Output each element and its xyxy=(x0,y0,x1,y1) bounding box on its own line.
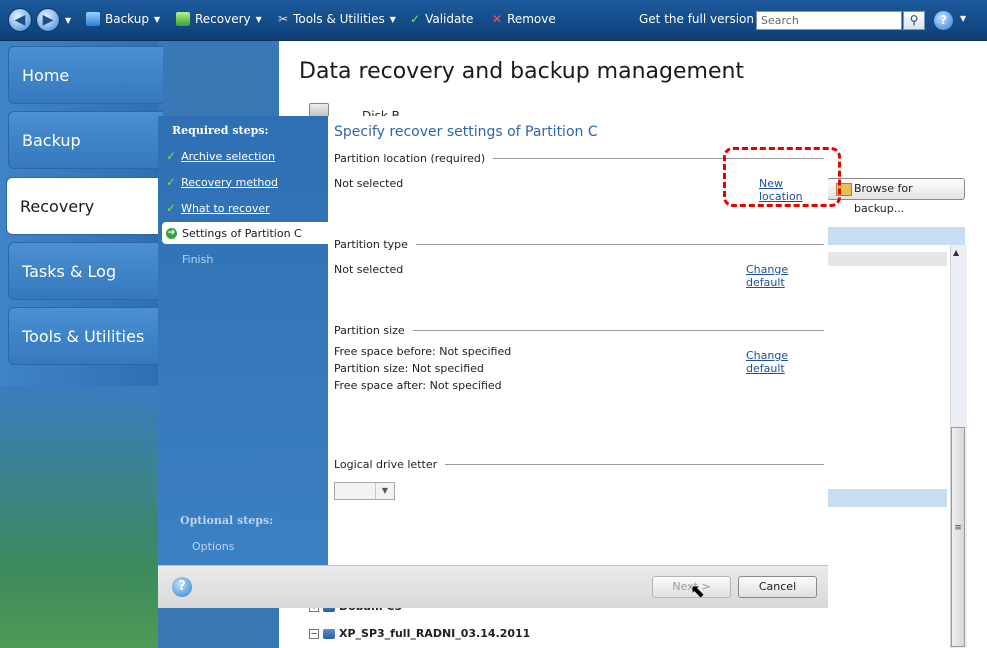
free-space-before-value: Free space before: Not specified xyxy=(334,345,512,358)
annotation-highlight xyxy=(723,147,841,207)
tools-icon: ✂ xyxy=(278,12,289,26)
archive-icon xyxy=(323,628,335,639)
nav-recovery[interactable]: Recovery xyxy=(6,177,163,235)
backup-icon xyxy=(86,12,100,26)
section-partition-type: Partition type xyxy=(334,238,824,251)
section-header: Partition size xyxy=(334,324,405,337)
back-button[interactable]: ◀ xyxy=(8,8,32,32)
main-toolbar: ◀ ▶ ▼ Backup ▼ Recovery ▼ ✂ Tools & Util… xyxy=(0,0,987,41)
step-link[interactable]: Archive selection xyxy=(181,150,275,163)
section-logical-drive-letter: Logical drive letter xyxy=(334,458,824,471)
browse-button-label: Browse for backup... xyxy=(854,182,913,215)
toolbar-validate-label: Validate xyxy=(425,12,474,26)
search-input[interactable]: Search xyxy=(756,11,902,30)
help-dropdown-icon[interactable]: ▼ xyxy=(960,14,966,23)
mouse-cursor-icon: ⬉ xyxy=(690,581,706,602)
step-archive-selection[interactable]: ✓ Archive selection xyxy=(166,149,275,163)
recovery-icon xyxy=(176,12,190,26)
toolbar-recovery-menu[interactable]: Recovery ▼ xyxy=(176,12,262,26)
nav-tasks-log[interactable]: Tasks & Log xyxy=(8,242,163,300)
collapse-icon[interactable]: − xyxy=(309,628,319,639)
toolbar-backup-menu[interactable]: Backup ▼ xyxy=(86,12,160,26)
toolbar-tools-label: Tools & Utilities xyxy=(293,12,385,26)
change-size-link[interactable]: Change default xyxy=(746,349,828,375)
chevron-down-icon: ▼ xyxy=(389,14,396,24)
search-icon: ⚲ xyxy=(909,13,919,27)
wizard-title: Specify recover settings of Partition C xyxy=(334,124,598,140)
list-header xyxy=(827,227,965,245)
partition-type-value: Not selected xyxy=(334,263,404,276)
partition-size-value: Partition size: Not specified xyxy=(334,362,484,375)
toolbar-validate-button[interactable]: ✓ Validate xyxy=(410,12,473,26)
step-label: Finish xyxy=(182,253,214,266)
check-icon: ✓ xyxy=(166,149,177,163)
step-finish: Finish xyxy=(182,253,213,266)
required-steps-label: Required steps: xyxy=(172,124,269,137)
chevron-down-icon: ▼ xyxy=(375,483,394,499)
nav-home[interactable]: Home xyxy=(8,46,163,104)
drive-letter-select[interactable]: ▼ xyxy=(334,482,395,500)
search-button[interactable]: ⚲ xyxy=(903,11,925,30)
help-button[interactable]: ? xyxy=(934,11,953,30)
browse-for-backup-button[interactable]: Browse for backup... xyxy=(827,178,965,215)
check-icon: ✓ xyxy=(410,12,421,26)
toolbar-tools-menu[interactable]: ✂ Tools & Utilities ▼ xyxy=(278,12,396,26)
step-settings-partition-c: ➔ Settings of Partition C xyxy=(162,222,328,244)
remove-icon: ✕ xyxy=(492,12,503,26)
check-icon: ✓ xyxy=(166,175,177,189)
scrollbar-thumb[interactable]: ≡ xyxy=(951,427,965,647)
toolbar-remove-button[interactable]: ✕ Remove xyxy=(492,12,556,26)
section-partition-size: Partition size xyxy=(334,324,824,337)
chevron-down-icon: ▼ xyxy=(255,14,262,24)
section-header: Partition type xyxy=(334,238,408,251)
step-label: Settings of Partition C xyxy=(182,226,302,240)
section-header: Logical drive letter xyxy=(334,458,438,471)
step-options[interactable]: Options xyxy=(192,540,234,553)
arrow-right-icon: ➔ xyxy=(166,227,177,239)
section-header: Partition location (required) xyxy=(334,152,486,165)
get-full-version-link[interactable]: Get the full version xyxy=(639,12,754,26)
toolbar-remove-label: Remove xyxy=(507,12,556,26)
history-dropdown-icon[interactable]: ▼ xyxy=(65,16,71,25)
toolbar-backup-label: Backup xyxy=(105,12,149,26)
left-nav-background xyxy=(0,386,158,648)
get-full-version-label: Get the full version xyxy=(639,12,754,26)
step-what-to-recover[interactable]: ✓ What to recover xyxy=(166,201,270,215)
step-link[interactable]: Recovery method xyxy=(181,176,278,189)
page-title: Data recovery and backup management xyxy=(299,59,745,84)
nav-backup[interactable]: Backup xyxy=(8,111,163,169)
wizard-steps-panel: Required steps: ✓ Archive selection ✓ Re… xyxy=(158,116,328,565)
toolbar-recovery-label: Recovery xyxy=(195,12,251,26)
help-icon[interactable]: ? xyxy=(172,577,192,597)
scroll-up-icon[interactable]: ▲ xyxy=(953,248,959,257)
chevron-down-icon: ▼ xyxy=(154,14,161,24)
wizard-footer: ? Next > Cancel xyxy=(158,565,828,608)
change-type-link[interactable]: Change default xyxy=(746,263,828,289)
tree-item[interactable]: − XP_SP3_full_RADNI_03.14.2011 xyxy=(309,627,530,640)
tree-item-label: XP_SP3_full_RADNI_03.14.2011 xyxy=(339,627,531,640)
partition-location-value: Not selected xyxy=(334,177,404,190)
optional-steps-label: Optional steps: xyxy=(180,514,274,527)
forward-button[interactable]: ▶ xyxy=(36,8,60,32)
step-link[interactable]: What to recover xyxy=(181,202,270,215)
step-recovery-method[interactable]: ✓ Recovery method xyxy=(166,175,278,189)
selected-list-row[interactable] xyxy=(827,489,947,507)
check-icon: ✓ xyxy=(166,201,177,215)
list-row xyxy=(827,252,947,266)
nav-tools-utilities[interactable]: Tools & Utilities xyxy=(8,307,163,365)
free-space-after-value: Free space after: Not specified xyxy=(334,379,502,392)
cancel-button[interactable]: Cancel xyxy=(738,576,817,598)
